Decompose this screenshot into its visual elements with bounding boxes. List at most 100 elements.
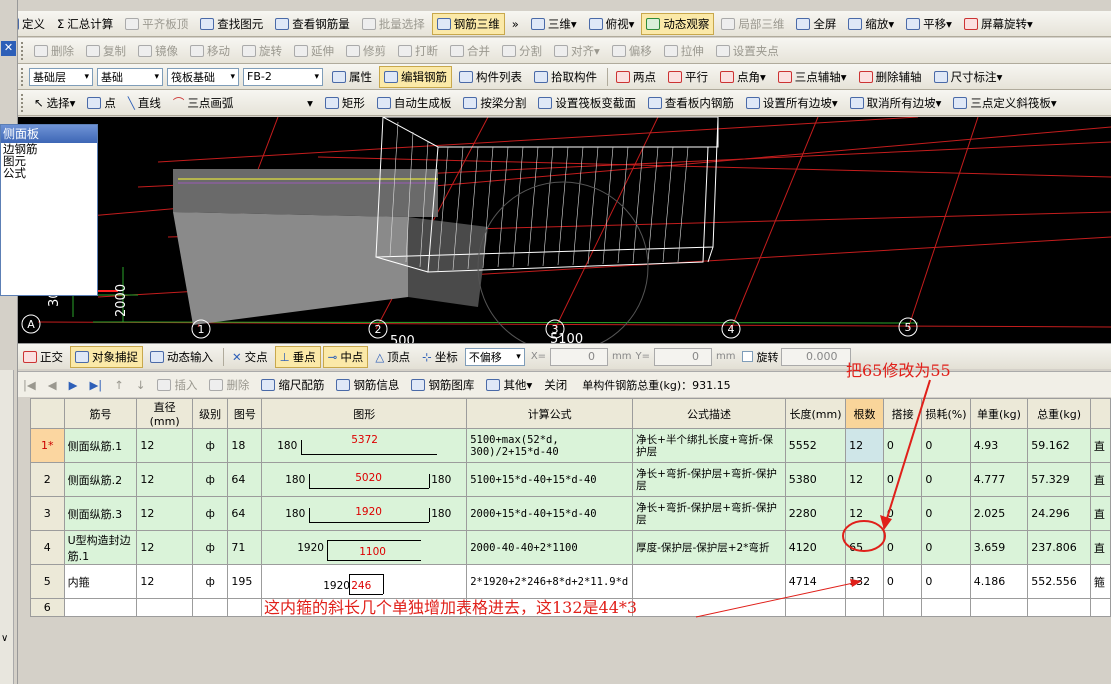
cell-total-weight[interactable]: 59.162 xyxy=(1027,428,1091,463)
pan-dropdown[interactable]: 平移 ▾ xyxy=(901,13,957,35)
col-header[interactable]: 级别 xyxy=(191,398,229,429)
cell-bar-name[interactable] xyxy=(63,598,138,617)
cell-figure-no[interactable] xyxy=(227,598,263,617)
midpoint-button[interactable]: ⊸ 中点 xyxy=(322,345,369,368)
cell-formula-desc[interactable]: 净长+半个绑扎长度+弯折-保护层 xyxy=(632,428,786,463)
object-snap-button[interactable]: 对象捕捉 xyxy=(70,345,143,368)
dynamic-orbit-button[interactable]: 动态观察 xyxy=(641,12,715,35)
cell-formula[interactable]: 5100+max(52*d, 300)/2+15*d-40 xyxy=(466,428,634,463)
select-dropdown[interactable]: ↖ 选择 ▾ xyxy=(29,92,80,114)
delete-axis-button[interactable]: 删除辅轴 xyxy=(854,66,927,88)
cell-figure-no[interactable]: 64 xyxy=(227,462,263,497)
3d-viewport[interactable]: A 1 2 3 4 5 2000 300 5100 500 xyxy=(18,117,1111,343)
cell-grade[interactable] xyxy=(191,598,229,617)
col-header[interactable]: 直径(mm) xyxy=(136,398,193,429)
chevron-down-icon[interactable]: ∨ xyxy=(1,633,8,644)
split-button[interactable]: 分割 xyxy=(497,40,547,62)
cell-bar-name[interactable]: 侧面纵筋.3 xyxy=(63,496,138,531)
offset-mode-select[interactable]: 不偏移 xyxy=(464,347,525,366)
cell-count[interactable]: 12 xyxy=(845,496,884,531)
3d-view-dropdown[interactable]: 三维 ▾ xyxy=(526,13,582,35)
summary-calc-button[interactable]: Σ 汇总计算 xyxy=(52,13,118,35)
parallel-button[interactable]: 平行 xyxy=(663,66,713,88)
last-record-button[interactable]: ▶| xyxy=(84,374,107,396)
row-number[interactable]: 2 xyxy=(30,462,65,497)
cell-bar-name[interactable]: 侧面纵筋.1 xyxy=(63,428,138,463)
align-dropdown[interactable]: 对齐 ▾ xyxy=(549,40,605,62)
cell-count[interactable] xyxy=(845,598,884,617)
rotate-checkbox[interactable] xyxy=(741,351,753,362)
cell-unit-weight[interactable] xyxy=(969,598,1029,617)
pick-element-button[interactable]: 拾取构件 xyxy=(529,66,602,88)
fullscreen-button[interactable]: 全屏 xyxy=(791,13,841,35)
cell-extra[interactable]: 直 xyxy=(1089,428,1111,463)
col-header[interactable]: 筋号 xyxy=(63,398,138,429)
extend-button[interactable]: 延伸 xyxy=(289,40,339,62)
point-button[interactable]: 点 xyxy=(82,92,121,114)
zoom-dropdown[interactable]: 缩放 ▾ xyxy=(843,13,899,35)
element-select[interactable]: FB-2 xyxy=(243,67,323,86)
ortho-button[interactable]: 正交 xyxy=(18,346,68,368)
table-row[interactable]: 3 侧面纵筋.3 12 ф 64 180 1920 180 2000+15*d-40+15*d-… xyxy=(30,496,1111,531)
cell-loss[interactable]: 0 xyxy=(921,428,971,463)
cell-length[interactable]: 2280 xyxy=(784,496,847,531)
first-record-button[interactable]: |◀ xyxy=(18,374,41,396)
cell-count[interactable]: 65 xyxy=(845,530,884,565)
x-input[interactable]: 0 xyxy=(550,347,609,366)
cell-length[interactable]: 5552 xyxy=(784,428,847,463)
cell-length[interactable] xyxy=(784,598,847,617)
cancel-all-slopes-dropdown[interactable]: 取消所有边坡 ▾ xyxy=(845,92,947,114)
properties-button[interactable]: 属性 xyxy=(327,66,377,88)
coordinate-button[interactable]: ⊹ 坐标 xyxy=(417,346,463,368)
rebar-info-button[interactable]: 钢筋信息 xyxy=(331,374,404,396)
table-row[interactable]: 4 U型构造封边筋.1 12 ф 71 1920 1100 2000-40-40+2*1100… xyxy=(30,530,1111,565)
screen-rotate-dropdown[interactable]: 屏幕旋转 ▾ xyxy=(959,13,1038,35)
cell-formula[interactable]: 2000+15*d-40+15*d-40 xyxy=(466,496,634,531)
three-point-slope-dropdown[interactable]: 三点定义斜筏板 ▾ xyxy=(948,92,1061,114)
cell-lap[interactable]: 0 xyxy=(882,428,923,463)
cell-extra[interactable]: 直 xyxy=(1089,530,1111,565)
cell-bar-name[interactable]: 内箍 xyxy=(63,564,138,599)
category-select[interactable]: 基础 xyxy=(97,67,163,86)
dynamic-input-button[interactable]: 动态输入 xyxy=(145,346,218,368)
layer-select[interactable]: 基础层 xyxy=(29,67,93,86)
rebar-3d-button[interactable]: 钢筋三维 xyxy=(431,12,505,35)
cell-diameter[interactable]: 12 xyxy=(136,496,193,531)
col-header[interactable]: 单重(kg) xyxy=(969,398,1029,429)
auto-gen-slab-button[interactable]: 自动生成板 xyxy=(372,92,457,114)
cell-loss[interactable]: 0 xyxy=(921,564,971,599)
batch-select-button[interactable]: 批量选择 xyxy=(357,13,430,35)
toolbar-grip[interactable] xyxy=(21,41,25,60)
panel-item[interactable]: 公式 xyxy=(1,167,97,179)
type-select[interactable]: 筏板基础 xyxy=(167,67,239,86)
cell-loss[interactable]: 0 xyxy=(921,462,971,497)
toolbar-grip[interactable] xyxy=(21,93,25,112)
cell-lap[interactable] xyxy=(882,598,923,617)
view-rebar-button[interactable]: 查看钢筋量 xyxy=(270,13,355,35)
cell-total-weight[interactable]: 57.329 xyxy=(1027,462,1091,497)
cell-figure-no[interactable]: 18 xyxy=(227,428,263,463)
move-up-button[interactable]: ↑ xyxy=(109,374,129,396)
cell-unit-weight[interactable]: 4.777 xyxy=(969,462,1029,497)
set-all-slopes-dropdown[interactable]: 设置所有边坡 ▾ xyxy=(741,92,843,114)
next-record-button[interactable]: ▶ xyxy=(64,374,83,396)
local-3d-button[interactable]: 局部三维 xyxy=(716,13,789,35)
cell-diameter[interactable]: 12 xyxy=(136,462,193,497)
cell-length[interactable]: 4714 xyxy=(784,564,847,599)
cell-diameter[interactable]: 12 xyxy=(136,428,193,463)
set-grip-button[interactable]: 设置夹点 xyxy=(711,40,784,62)
merge-button[interactable]: 合并 xyxy=(445,40,495,62)
dimension-dropdown[interactable]: 尺寸标注 ▾ xyxy=(929,66,1008,88)
cell-formula-desc[interactable] xyxy=(632,564,786,599)
cell-figure-no[interactable]: 64 xyxy=(227,496,263,531)
point-angle-dropdown[interactable]: 点角 ▾ xyxy=(715,66,771,88)
cell-formula-desc[interactable] xyxy=(632,598,786,617)
col-header[interactable]: 计算公式 xyxy=(466,398,634,429)
cell-formula[interactable]: 5100+15*d-40+15*d-40 xyxy=(466,462,634,497)
cell-grade[interactable]: ф xyxy=(191,496,229,531)
row-number[interactable]: 6 xyxy=(30,598,65,617)
cell-grade[interactable]: ф xyxy=(191,530,229,565)
table-row[interactable]: 1* 侧面纵筋.1 12 ф 18 180 5372 5100+max(52*d, 300)/… xyxy=(30,428,1111,463)
delete-row-button[interactable]: 删除 xyxy=(204,374,254,396)
align-top-button[interactable]: 平齐板顶 xyxy=(120,13,193,35)
